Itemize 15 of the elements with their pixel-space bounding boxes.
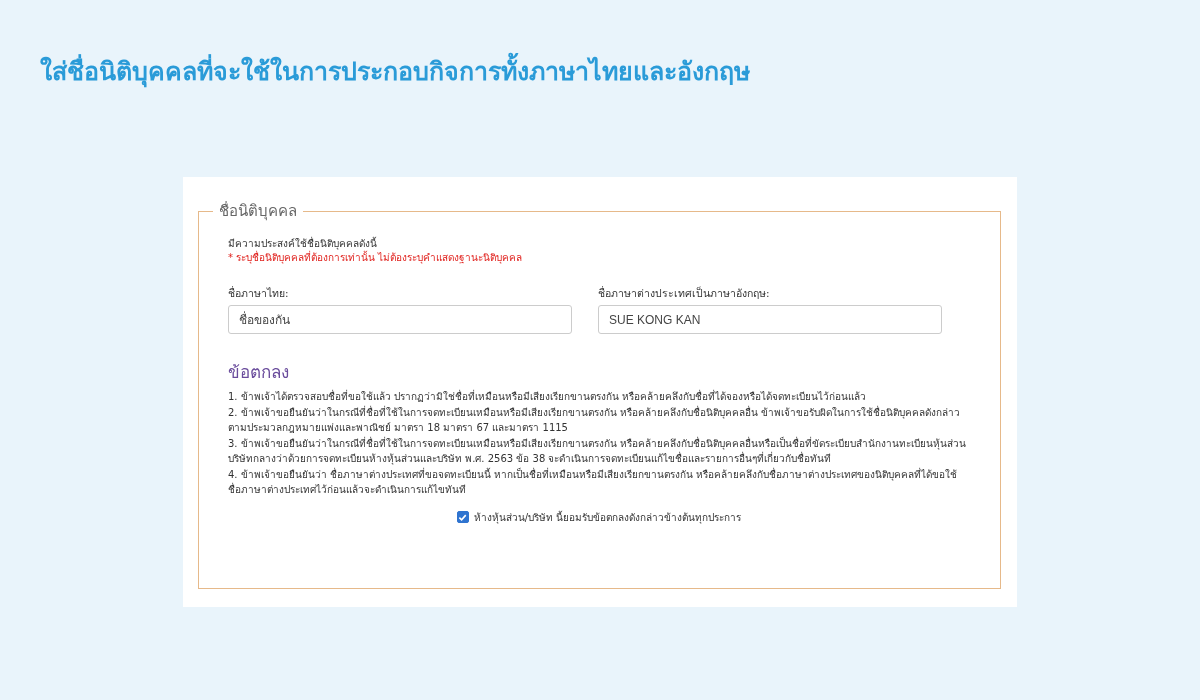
checkbox-label: ห้างหุ้นส่วน/บริษัท นี้ยอมรับข้อตกลงดังกล่าวข้างต้นทุกประการ	[473, 509, 742, 525]
checkbox[interactable]	[456, 511, 469, 523]
warning-note: * ระบุชื่อนิติบุคคลที่ต้องการเท่านั้น ไม่ต้องระบุคำแสดงฐานะนิติบุคคล	[228, 251, 970, 265]
text-field[interactable]: ชื่อของกัน	[228, 305, 572, 334]
fieldset-legend: ชื่อนิติบุคคล	[213, 199, 303, 223]
page-heading: ใส่ชื่อนิติบุคคลที่จะใช้ในการประกอบกิจการทั้งภาษาไทยและอังกฤษ	[40, 52, 1200, 92]
terms-paragraph: 1. ข้าพเจ้าได้ตรวจสอบชื่อที่ขอใช้แล้ว ปรากฏว่ามิใช่ชื่อที่เหมือนหรือมีเสียงเรียกขานตรงกัน หรือคล้ายคลึงกับชื่อที่ได้จองหรือได้จดทะเบียนไว้ก่อนแล้ว	[228, 389, 868, 404]
terms-paragraph: 4. ข้าพเจ้าขอยืนยันว่า ชื่อภาษาต่างประเทศที่ขอจดทะเบียนนี้ หากเป็นชื่อที่เหมือนหรือมีเสียงเรียกขานตรงกัน หรือคล้ายคลึงกับชื่อภาษาต่างประเทศของนิติบุคคลที่ได้ขอใช้ชื่อภาษาต่างประเทศไว้ก่อนแล้วจะดำเนินการแก้ไขทันที	[228, 466, 959, 497]
intro-text: มีความประสงค์ใช้ชื่อนิติบุคคลดังนี้	[228, 237, 378, 251]
field-label: ชื่อภาษาไทย:	[228, 285, 290, 301]
text-field[interactable]: SUE KONG KAN	[598, 305, 942, 334]
terms-title: ข้อตกลง	[228, 361, 290, 384]
field-label: ชื่อภาษาต่างประเทศเป็นภาษาอังกฤษ:	[598, 285, 771, 301]
terms-paragraph: 3. ข้าพเจ้าขอยืนยันว่าในกรณีที่ชื่อที่ใช้ในการจดทะเบียนเหมือนหรือมีเสียงเรียกขานตรงกัน หรือคล้ายคลึงกับชื่อนิติบุคคลอื่นหรือเป็นชื่อที่ขัดระเบียบสำนักงานทะเบียนหุ้นส่วนบริษัทกลางว่าด้วยการจดทะเบียนห้างหุ้นส่วนและบริษัท พ.ศ. 2563 ข้อ 38 จะดำเนินการจดทะเบียนแก้ไขชื่อและรายการอื่นๆที่เกี่ยวกับชื่อทันที	[228, 435, 967, 467]
terms-paragraph: 2. ข้าพเจ้าขอยืนยันว่าในกรณีที่ชื่อที่ใช้ในการจดทะเบียนเหมือนหรือมีเสียงเรียกขานตรงกัน หรือคล้ายคลึงกับชื่อนิติบุคคลอื่น ข้าพเจ้าขอรับผิดในการใช้ชื่อนิติบุคคลดังกล่าวตามประมวลกฎหมายแพ่งและพาณิชย์ มาตรา 18 มาตรา 67 และมาตรา 1115	[228, 404, 962, 435]
